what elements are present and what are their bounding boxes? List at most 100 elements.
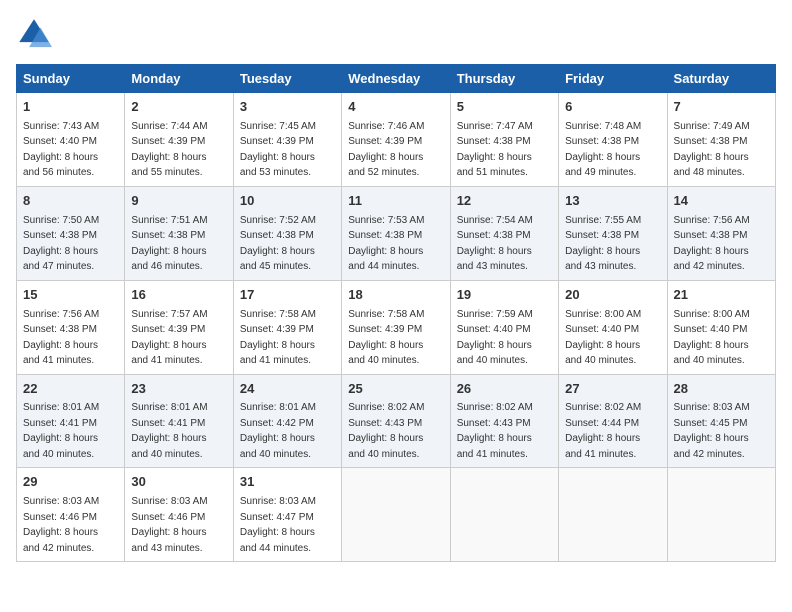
cell-daylight: Daylight: 8 hoursand 40 minutes. xyxy=(565,340,640,367)
day-number: 5 xyxy=(457,98,552,117)
cell-daylight: Daylight: 8 hoursand 45 minutes. xyxy=(240,246,315,273)
weekday-header-wednesday: Wednesday xyxy=(342,65,450,93)
cell-sunset: Sunset: 4:45 PM xyxy=(674,418,748,429)
cell-sunrise: Sunrise: 7:58 AM xyxy=(240,309,316,320)
weekday-header-friday: Friday xyxy=(559,65,667,93)
cell-sunset: Sunset: 4:40 PM xyxy=(674,324,748,335)
calendar-cell: 26 Sunrise: 8:02 AM Sunset: 4:43 PM Dayl… xyxy=(450,374,558,468)
day-number: 7 xyxy=(674,98,769,117)
cell-daylight: Daylight: 8 hoursand 40 minutes. xyxy=(240,433,315,460)
calendar-cell: 30 Sunrise: 8:03 AM Sunset: 4:46 PM Dayl… xyxy=(125,468,233,562)
day-number: 4 xyxy=(348,98,443,117)
calendar-cell: 7 Sunrise: 7:49 AM Sunset: 4:38 PM Dayli… xyxy=(667,93,775,187)
cell-daylight: Daylight: 8 hoursand 44 minutes. xyxy=(348,246,423,273)
day-number: 10 xyxy=(240,192,335,211)
cell-sunset: Sunset: 4:40 PM xyxy=(457,324,531,335)
calendar-cell: 31 Sunrise: 8:03 AM Sunset: 4:47 PM Dayl… xyxy=(233,468,341,562)
day-number: 14 xyxy=(674,192,769,211)
day-number: 15 xyxy=(23,286,118,305)
cell-daylight: Daylight: 8 hoursand 41 minutes. xyxy=(23,340,98,367)
cell-sunset: Sunset: 4:43 PM xyxy=(457,418,531,429)
cell-sunrise: Sunrise: 7:48 AM xyxy=(565,121,641,132)
weekday-header-row: SundayMondayTuesdayWednesdayThursdayFrid… xyxy=(17,65,776,93)
cell-sunrise: Sunrise: 8:02 AM xyxy=(457,402,533,413)
calendar-cell: 27 Sunrise: 8:02 AM Sunset: 4:44 PM Dayl… xyxy=(559,374,667,468)
cell-sunrise: Sunrise: 8:01 AM xyxy=(240,402,316,413)
calendar-cell: 22 Sunrise: 8:01 AM Sunset: 4:41 PM Dayl… xyxy=(17,374,125,468)
day-number: 21 xyxy=(674,286,769,305)
day-number: 26 xyxy=(457,380,552,399)
cell-daylight: Daylight: 8 hoursand 43 minutes. xyxy=(457,246,532,273)
cell-sunset: Sunset: 4:46 PM xyxy=(131,512,205,523)
cell-sunrise: Sunrise: 8:01 AM xyxy=(23,402,99,413)
calendar-cell: 28 Sunrise: 8:03 AM Sunset: 4:45 PM Dayl… xyxy=(667,374,775,468)
calendar-cell xyxy=(450,468,558,562)
cell-sunrise: Sunrise: 8:00 AM xyxy=(674,309,750,320)
calendar-week-2: 8 Sunrise: 7:50 AM Sunset: 4:38 PM Dayli… xyxy=(17,186,776,280)
day-number: 1 xyxy=(23,98,118,117)
calendar-cell: 5 Sunrise: 7:47 AM Sunset: 4:38 PM Dayli… xyxy=(450,93,558,187)
calendar-cell: 21 Sunrise: 8:00 AM Sunset: 4:40 PM Dayl… xyxy=(667,280,775,374)
cell-sunrise: Sunrise: 8:03 AM xyxy=(240,496,316,507)
cell-daylight: Daylight: 8 hoursand 56 minutes. xyxy=(23,152,98,179)
calendar-cell: 16 Sunrise: 7:57 AM Sunset: 4:39 PM Dayl… xyxy=(125,280,233,374)
cell-sunrise: Sunrise: 8:03 AM xyxy=(23,496,99,507)
day-number: 11 xyxy=(348,192,443,211)
calendar-cell xyxy=(667,468,775,562)
cell-sunset: Sunset: 4:40 PM xyxy=(23,136,97,147)
calendar-cell: 8 Sunrise: 7:50 AM Sunset: 4:38 PM Dayli… xyxy=(17,186,125,280)
cell-daylight: Daylight: 8 hoursand 41 minutes. xyxy=(240,340,315,367)
cell-sunset: Sunset: 4:39 PM xyxy=(131,136,205,147)
cell-sunset: Sunset: 4:44 PM xyxy=(565,418,639,429)
cell-sunset: Sunset: 4:38 PM xyxy=(457,136,531,147)
day-number: 28 xyxy=(674,380,769,399)
calendar-cell: 29 Sunrise: 8:03 AM Sunset: 4:46 PM Dayl… xyxy=(17,468,125,562)
calendar-cell: 2 Sunrise: 7:44 AM Sunset: 4:39 PM Dayli… xyxy=(125,93,233,187)
calendar-cell: 25 Sunrise: 8:02 AM Sunset: 4:43 PM Dayl… xyxy=(342,374,450,468)
cell-daylight: Daylight: 8 hoursand 46 minutes. xyxy=(131,246,206,273)
day-number: 9 xyxy=(131,192,226,211)
cell-sunset: Sunset: 4:38 PM xyxy=(23,230,97,241)
cell-daylight: Daylight: 8 hoursand 40 minutes. xyxy=(348,433,423,460)
logo xyxy=(16,16,56,52)
cell-daylight: Daylight: 8 hoursand 40 minutes. xyxy=(674,340,749,367)
cell-sunset: Sunset: 4:46 PM xyxy=(23,512,97,523)
cell-daylight: Daylight: 8 hoursand 43 minutes. xyxy=(565,246,640,273)
weekday-header-tuesday: Tuesday xyxy=(233,65,341,93)
day-number: 18 xyxy=(348,286,443,305)
page-header xyxy=(16,16,776,52)
day-number: 27 xyxy=(565,380,660,399)
cell-sunrise: Sunrise: 7:45 AM xyxy=(240,121,316,132)
cell-daylight: Daylight: 8 hoursand 55 minutes. xyxy=(131,152,206,179)
calendar-cell: 13 Sunrise: 7:55 AM Sunset: 4:38 PM Dayl… xyxy=(559,186,667,280)
cell-daylight: Daylight: 8 hoursand 52 minutes. xyxy=(348,152,423,179)
cell-daylight: Daylight: 8 hoursand 40 minutes. xyxy=(348,340,423,367)
cell-sunset: Sunset: 4:42 PM xyxy=(240,418,314,429)
weekday-header-thursday: Thursday xyxy=(450,65,558,93)
day-number: 2 xyxy=(131,98,226,117)
calendar-cell: 17 Sunrise: 7:58 AM Sunset: 4:39 PM Dayl… xyxy=(233,280,341,374)
cell-daylight: Daylight: 8 hoursand 41 minutes. xyxy=(457,433,532,460)
cell-daylight: Daylight: 8 hoursand 42 minutes. xyxy=(674,433,749,460)
cell-daylight: Daylight: 8 hoursand 48 minutes. xyxy=(674,152,749,179)
cell-daylight: Daylight: 8 hoursand 42 minutes. xyxy=(674,246,749,273)
cell-sunset: Sunset: 4:39 PM xyxy=(240,136,314,147)
day-number: 20 xyxy=(565,286,660,305)
cell-sunrise: Sunrise: 7:53 AM xyxy=(348,215,424,226)
day-number: 31 xyxy=(240,473,335,492)
cell-sunrise: Sunrise: 7:54 AM xyxy=(457,215,533,226)
day-number: 30 xyxy=(131,473,226,492)
day-number: 17 xyxy=(240,286,335,305)
cell-daylight: Daylight: 8 hoursand 41 minutes. xyxy=(131,340,206,367)
cell-sunrise: Sunrise: 8:03 AM xyxy=(674,402,750,413)
calendar-cell xyxy=(342,468,450,562)
calendar-table: SundayMondayTuesdayWednesdayThursdayFrid… xyxy=(16,64,776,562)
calendar-cell: 11 Sunrise: 7:53 AM Sunset: 4:38 PM Dayl… xyxy=(342,186,450,280)
cell-daylight: Daylight: 8 hoursand 42 minutes. xyxy=(23,527,98,554)
calendar-cell: 23 Sunrise: 8:01 AM Sunset: 4:41 PM Dayl… xyxy=(125,374,233,468)
cell-daylight: Daylight: 8 hoursand 44 minutes. xyxy=(240,527,315,554)
calendar-cell: 24 Sunrise: 8:01 AM Sunset: 4:42 PM Dayl… xyxy=(233,374,341,468)
cell-sunset: Sunset: 4:39 PM xyxy=(348,324,422,335)
day-number: 29 xyxy=(23,473,118,492)
cell-sunrise: Sunrise: 7:55 AM xyxy=(565,215,641,226)
